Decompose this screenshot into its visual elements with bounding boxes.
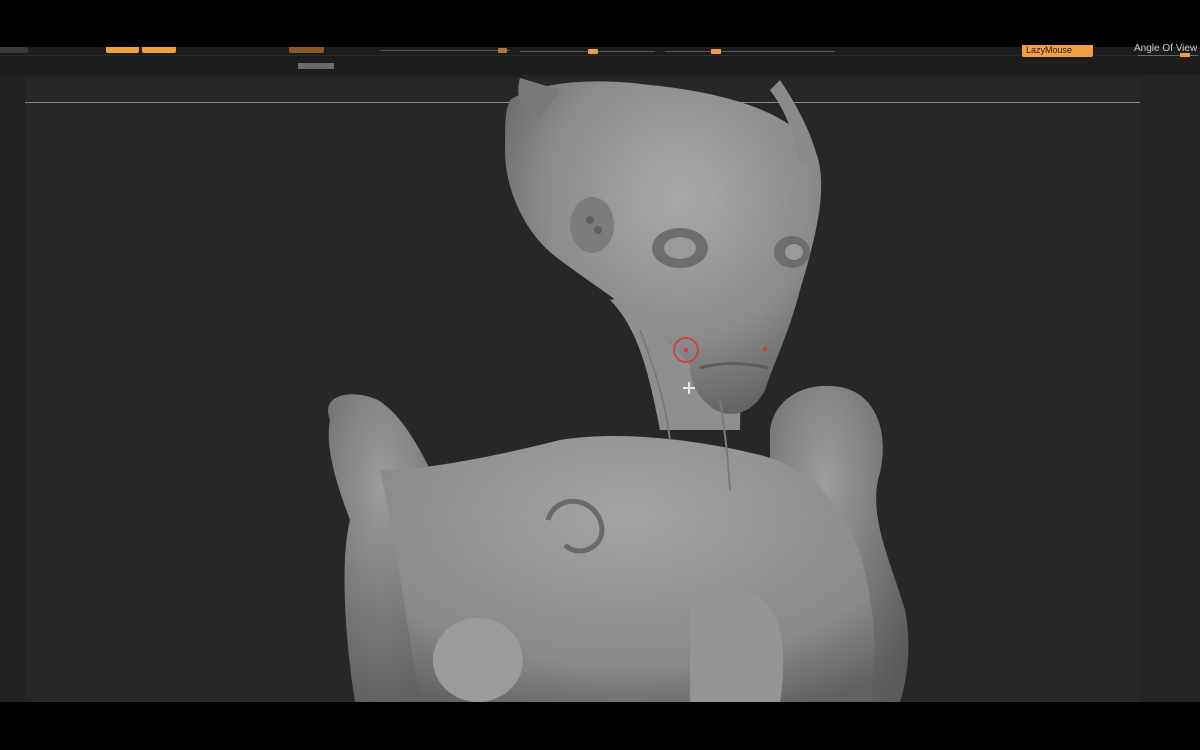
sculpt-model[interactable] <box>0 0 1200 750</box>
letterbox-bottom <box>0 702 1200 750</box>
